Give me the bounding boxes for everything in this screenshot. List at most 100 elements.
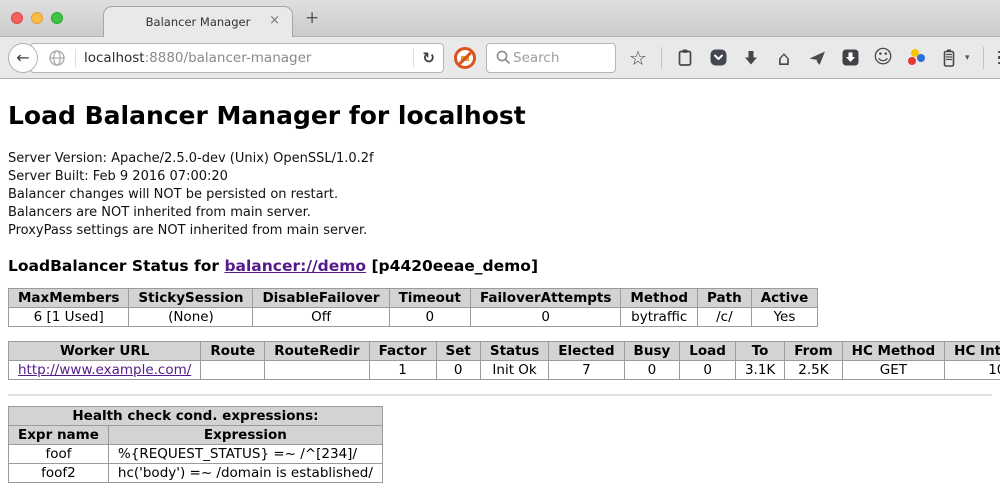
search-box[interactable] xyxy=(486,43,616,73)
clipboard-icon[interactable] xyxy=(675,47,695,69)
table-cell: 0 xyxy=(436,361,480,380)
table-row: http://www.example.com/10Init Ok7003.1K2… xyxy=(9,361,1000,380)
table-cell: 0 xyxy=(624,361,680,380)
server-info: Server Version: Apache/2.5.0-dev (Unix) … xyxy=(8,150,992,240)
table-cell: 10 xyxy=(945,361,1000,380)
column-header: Load xyxy=(680,342,736,361)
table-cell: Yes xyxy=(751,308,818,327)
column-header: Status xyxy=(480,342,548,361)
tab-balancer-manager[interactable]: Balancer Manager × xyxy=(103,6,293,37)
worker-url-link[interactable]: http://www.example.com/ xyxy=(18,362,191,378)
url-bar[interactable]: localhost:8880/balancer-manager ↻ xyxy=(30,43,444,73)
worker-status-table: Worker URLRouteRouteRedirFactorSetStatus… xyxy=(8,341,1000,380)
balancer-settings-table: MaxMembersStickySessionDisableFailoverTi… xyxy=(8,288,818,327)
column-header: Worker URL xyxy=(9,342,201,361)
page-content: Load Balancer Manager for localhost Serv… xyxy=(0,79,1000,491)
table-cell: 0 xyxy=(471,308,621,327)
column-header: Set xyxy=(436,342,480,361)
table-title: Health check cond. expressions: xyxy=(9,407,383,426)
download-arrow-icon[interactable] xyxy=(741,47,761,69)
menu-hamburger-icon[interactable] xyxy=(997,47,1000,69)
column-header: MaxMembers xyxy=(9,289,129,308)
table-row: foof2hc('body') =~ /domain is establishe… xyxy=(9,464,383,483)
balancer-demo-link[interactable]: balancer://demo xyxy=(224,257,366,275)
bookmark-star-icon[interactable]: ☆ xyxy=(628,47,648,69)
table-cell: 3.1K xyxy=(735,361,784,380)
table-cell: %{REQUEST_STATUS} =~ /^[234]/ xyxy=(108,445,382,464)
send-plane-icon[interactable] xyxy=(807,47,827,69)
table-cell: 6 [1 Used] xyxy=(9,308,129,327)
search-icon xyxy=(493,47,513,69)
zoom-window-button[interactable] xyxy=(51,12,63,24)
tab-bar: Balancer Manager × + xyxy=(0,0,1000,37)
column-header: HC Interval xyxy=(945,342,1000,361)
table-cell: 1 xyxy=(369,361,436,380)
table-cell: 7 xyxy=(549,361,624,380)
column-header: HC Method xyxy=(842,342,945,361)
tab-close-icon[interactable]: × xyxy=(269,14,280,27)
pocket-icon[interactable] xyxy=(708,47,728,69)
column-header: RouteRedir xyxy=(265,342,369,361)
battery-addon-icon[interactable] xyxy=(939,47,959,69)
toolbar-separator xyxy=(661,47,662,69)
window-controls xyxy=(11,12,63,24)
column-header: FailoverAttempts xyxy=(471,289,621,308)
info-line: Balancers are NOT inherited from main se… xyxy=(8,204,992,222)
download-box-icon[interactable] xyxy=(840,47,860,69)
table-cell: foof xyxy=(9,445,109,464)
url-path: :8880/balancer-manager xyxy=(145,50,312,66)
column-header: Expression xyxy=(108,426,382,445)
table-cell xyxy=(265,361,369,380)
table-cell: 2.5K xyxy=(785,361,842,380)
browser-window: Balancer Manager × + ← localhost:8880/ba… xyxy=(0,0,1000,491)
table-cell: foof2 xyxy=(9,464,109,483)
column-header: StickySession xyxy=(129,289,253,308)
page-title: Load Balancer Manager for localhost xyxy=(8,101,992,130)
column-header: Path xyxy=(698,289,752,308)
table-cell: hc('body') =~ /domain is established/ xyxy=(108,464,382,483)
table-cell: Init Ok xyxy=(480,361,548,380)
status-suffix: [p4420eeae_demo] xyxy=(366,257,538,275)
search-input[interactable] xyxy=(513,50,593,66)
loadbalancer-status-heading: LoadBalancer Status for balancer://demo … xyxy=(8,257,992,275)
table-cell: (None) xyxy=(129,308,253,327)
info-line: Balancer changes will NOT be persisted o… xyxy=(8,186,992,204)
table-cell: bytraffic xyxy=(621,308,698,327)
info-line: Server Version: Apache/2.5.0-dev (Unix) … xyxy=(8,150,992,168)
table-cell: GET xyxy=(842,361,945,380)
column-header: Elected xyxy=(549,342,624,361)
table-row: foof%{REQUEST_STATUS} =~ /^[234]/ xyxy=(9,445,383,464)
plugin-blocked-icon[interactable] xyxy=(454,47,476,69)
toolbar-separator xyxy=(983,47,984,69)
info-line: Server Built: Feb 9 2016 07:00:20 xyxy=(8,168,992,186)
chevron-down-icon[interactable]: ▾ xyxy=(965,53,970,63)
minimize-window-button[interactable] xyxy=(31,12,43,24)
back-button[interactable]: ← xyxy=(8,43,38,73)
close-window-button[interactable] xyxy=(11,12,23,24)
table-cell: 0 xyxy=(389,308,470,327)
navigation-toolbar: ← localhost:8880/balancer-manager ↻ xyxy=(0,37,1000,79)
column-header: From xyxy=(785,342,842,361)
globe-icon xyxy=(47,47,67,69)
table-row: 6 [1 Used](None)Off00bytraffic/c/Yes xyxy=(9,308,818,327)
new-tab-button[interactable]: + xyxy=(305,8,319,28)
column-header: Factor xyxy=(369,342,436,361)
column-header: DisableFailover xyxy=(253,289,389,308)
url-text[interactable]: localhost:8880/balancer-manager xyxy=(84,50,405,66)
column-header: Expr name xyxy=(9,426,109,445)
table-cell: 0 xyxy=(680,361,736,380)
reload-button[interactable]: ↻ xyxy=(422,49,435,67)
smiley-icon[interactable]: ☺ xyxy=(873,47,893,69)
info-line: ProxyPass settings are NOT inherited fro… xyxy=(8,222,992,240)
colored-dots-icon[interactable] xyxy=(906,47,926,69)
health-check-table: Health check cond. expressions:Expr name… xyxy=(8,406,383,483)
home-icon[interactable]: ⌂ xyxy=(774,47,794,69)
column-header: Method xyxy=(621,289,698,308)
column-header: Busy xyxy=(624,342,680,361)
horizontal-rule xyxy=(8,394,992,396)
toolbar-icons: ☆ ⌂ xyxy=(628,47,1000,69)
urlbar-divider xyxy=(75,49,76,67)
url-domain: localhost xyxy=(84,50,145,66)
table-cell: http://www.example.com/ xyxy=(9,361,201,380)
table-cell: /c/ xyxy=(698,308,752,327)
